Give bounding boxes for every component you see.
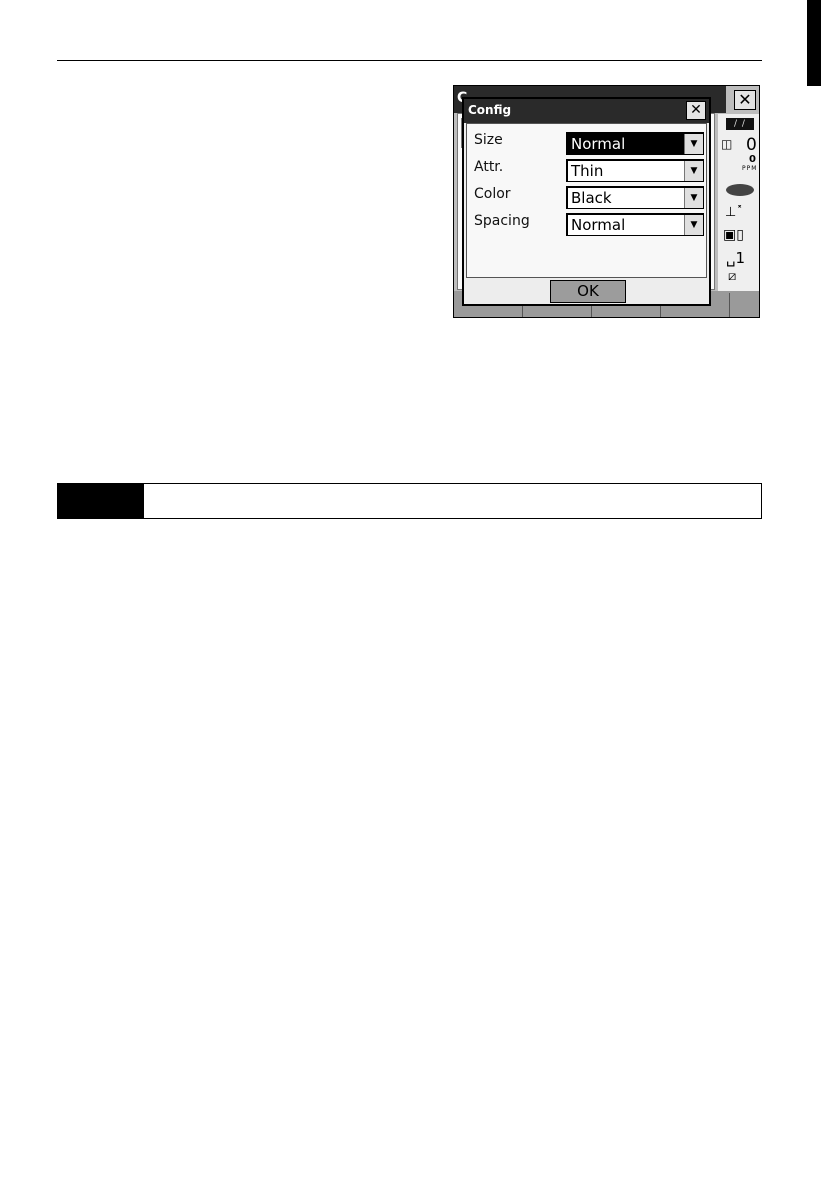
note-label-block — [58, 484, 144, 518]
page-edge-tab — [807, 0, 840, 1190]
dialog-title: Config — [468, 103, 512, 117]
laser-eye-icon — [726, 184, 754, 196]
size-value: Normal — [571, 135, 626, 153]
battery-icon: / / — [726, 118, 754, 130]
tilt-icon: ⊥˟ — [725, 205, 743, 220]
keyboard-icon: ⧄ — [728, 269, 737, 284]
face-number-value: 1 — [735, 249, 746, 267]
background-close-button[interactable]: ✕ — [734, 90, 756, 110]
page-edge-tab-marker — [807, 0, 821, 86]
chevron-down-icon[interactable]: ▼ — [684, 188, 703, 208]
header-rule — [57, 60, 762, 61]
ppm-label: PPM — [742, 165, 758, 172]
status-column: / / ◫ 0 0 PPM ⊥˟ ▣▯ ␣1 ⧄ — [718, 114, 759, 291]
dialog-titlebar: Config ✕ — [464, 99, 709, 123]
dialog-footer: OK — [466, 279, 707, 304]
prism-icon: ◫ — [721, 137, 733, 151]
dialog-body: Size Normal ▼ Attr. Thin ▼ Color Black ▼… — [466, 123, 707, 278]
color-label: Color — [474, 186, 511, 202]
ok-button[interactable]: OK — [550, 280, 626, 303]
attr-value: Thin — [571, 162, 604, 180]
chevron-down-icon[interactable]: ▼ — [684, 161, 703, 181]
note-box — [57, 483, 762, 519]
spacing-select[interactable]: Normal ▼ — [566, 213, 704, 236]
size-label: Size — [474, 132, 503, 148]
spacing-value: Normal — [571, 216, 626, 234]
size-select[interactable]: Normal ▼ — [566, 132, 704, 155]
color-value: Black — [571, 189, 612, 207]
ppm-value: 0 — [749, 154, 756, 165]
close-icon: ✕ — [738, 90, 752, 109]
communication-icon: ▣▯ — [723, 227, 744, 243]
spacing-label: Spacing — [474, 213, 530, 229]
prism-constant: 0 — [746, 135, 757, 155]
chevron-down-icon[interactable]: ▼ — [684, 215, 703, 235]
dialog-close-button[interactable]: ✕ — [686, 101, 706, 120]
attr-select[interactable]: Thin ▼ — [566, 159, 704, 182]
close-icon: ✕ — [690, 102, 702, 118]
color-select[interactable]: Black ▼ — [566, 186, 704, 209]
config-dialog: Config ✕ Size Normal ▼ Attr. Thin ▼ Colo… — [462, 97, 711, 306]
chevron-down-icon[interactable]: ▼ — [684, 134, 703, 154]
face-number: ␣1 — [726, 249, 746, 267]
attr-label: Attr. — [474, 159, 504, 175]
